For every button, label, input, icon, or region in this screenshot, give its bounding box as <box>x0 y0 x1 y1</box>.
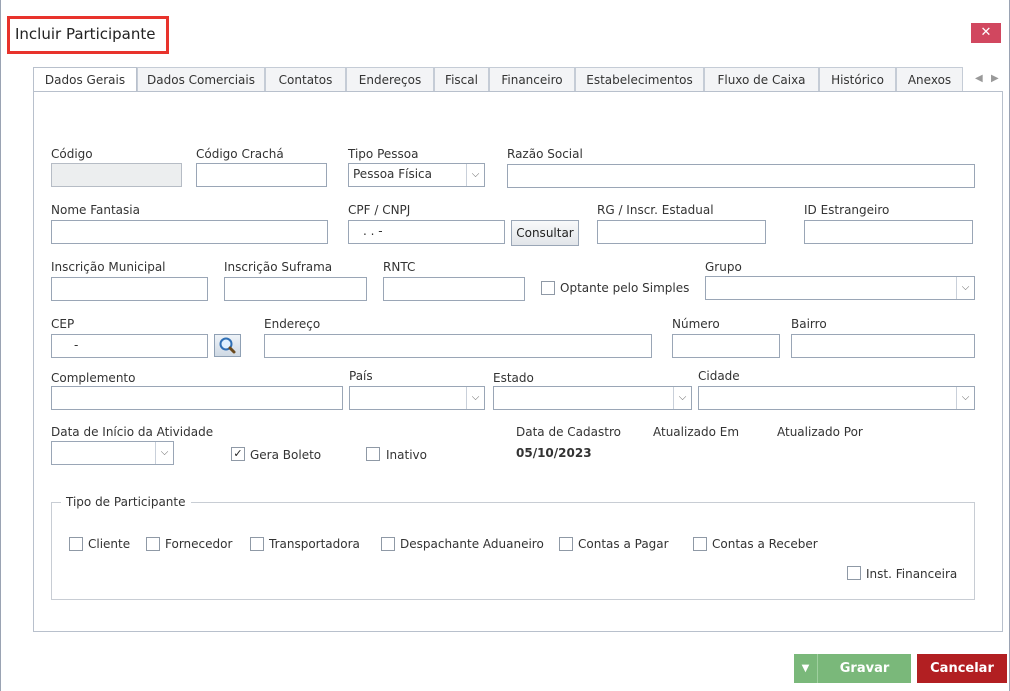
cpf-cnpj-label: CPF / CNPJ <box>348 203 411 217</box>
tipo-participante-group <box>51 502 975 600</box>
rntc-label: RNTC <box>383 260 416 274</box>
optante-simples-checkbox[interactable] <box>541 281 555 295</box>
despachante-checkbox[interactable] <box>381 537 395 551</box>
fornecedor-checkbox[interactable] <box>146 537 160 551</box>
razao-social-input[interactable] <box>507 164 975 188</box>
chevron-down-icon: ⌵ <box>466 164 484 186</box>
dialog-window: Incluir Participante ✕ Dados Gerais Dado… <box>0 0 1010 691</box>
inscricao-suframa-input[interactable] <box>224 277 367 301</box>
inst-financeira-checkbox[interactable] <box>847 566 861 580</box>
atualizado-por-label: Atualizado Por <box>777 425 863 439</box>
tab-fiscal[interactable]: Fiscal <box>434 67 489 92</box>
chevron-down-icon: ⌵ <box>466 387 484 409</box>
pais-select[interactable]: ⌵ <box>349 386 485 410</box>
contas-pagar-checkbox[interactable] <box>559 537 573 551</box>
optante-simples-label: Optante pelo Simples <box>560 281 690 295</box>
id-estrangeiro-label: ID Estrangeiro <box>804 203 890 217</box>
close-button[interactable]: ✕ <box>971 23 1001 43</box>
data-cadastro-label: Data de Cadastro <box>516 425 621 439</box>
inscricao-municipal-label: Inscrição Municipal <box>51 260 166 274</box>
gravar-button-group: ▼ Gravar <box>794 654 911 683</box>
magnifier-icon <box>219 337 236 354</box>
contas-receber-label: Contas a Receber <box>712 537 818 551</box>
gravar-button[interactable]: Gravar <box>818 654 911 683</box>
consultar-button[interactable]: Consultar <box>511 220 579 246</box>
cidade-select[interactable]: ⌵ <box>698 386 975 410</box>
tab-strip: Dados Gerais Dados Comerciais Contatos E… <box>33 67 1003 93</box>
cancelar-button[interactable]: Cancelar <box>917 654 1007 683</box>
grupo-label: Grupo <box>705 260 742 274</box>
tipo-pessoa-select[interactable]: Pessoa Física ⌵ <box>348 163 485 187</box>
cliente-label: Cliente <box>88 537 131 551</box>
cep-input[interactable]: - <box>51 334 208 358</box>
transportadora-checkbox[interactable] <box>250 537 264 551</box>
cep-search-button[interactable] <box>214 334 241 357</box>
inativo-label: Inativo <box>386 448 427 462</box>
contas-pagar-label: Contas a Pagar <box>578 537 669 551</box>
tab-anexos[interactable]: Anexos <box>896 67 963 92</box>
numero-input[interactable] <box>672 334 780 358</box>
rg-input[interactable] <box>597 220 766 244</box>
razao-social-label: Razão Social <box>507 147 583 161</box>
contas-receber-checkbox[interactable] <box>693 537 707 551</box>
chevron-down-icon: ⌵ <box>673 387 691 409</box>
endereco-input[interactable] <box>264 334 652 358</box>
tipo-pessoa-label: Tipo Pessoa <box>348 147 419 161</box>
bairro-label: Bairro <box>791 317 827 331</box>
rg-label: RG / Inscr. Estadual <box>597 203 714 217</box>
atualizado-em-label: Atualizado Em <box>653 425 740 439</box>
tab-estabelecimentos[interactable]: Estabelecimentos <box>575 67 704 92</box>
despachante-label: Despachante Aduaneiro <box>400 537 544 551</box>
inscricao-municipal-input[interactable] <box>51 277 208 301</box>
grupo-select[interactable]: ⌵ <box>705 276 975 300</box>
data-cadastro-value: 05/10/2023 <box>516 446 592 460</box>
chevron-down-icon: ⌵ <box>956 277 974 299</box>
data-inicio-picker[interactable]: ⌵ <box>51 441 174 465</box>
gera-boleto-label: Gera Boleto <box>250 448 322 462</box>
tipo-pessoa-value: Pessoa Física <box>353 167 432 181</box>
cliente-checkbox[interactable] <box>69 537 83 551</box>
codigo-label: Código <box>51 147 93 161</box>
nome-fantasia-input[interactable] <box>51 220 328 244</box>
estado-label: Estado <box>493 371 534 385</box>
tab-dados-gerais[interactable]: Dados Gerais <box>33 67 137 93</box>
nome-fantasia-label: Nome Fantasia <box>51 203 140 217</box>
transportadora-label: Transportadora <box>269 537 360 551</box>
id-estrangeiro-input[interactable] <box>804 220 973 244</box>
tab-historico[interactable]: Histórico <box>819 67 896 92</box>
codigo-cracha-label: Código Crachá <box>196 147 284 161</box>
estado-select[interactable]: ⌵ <box>493 386 692 410</box>
bairro-input[interactable] <box>791 334 975 358</box>
codigo-input <box>51 163 182 187</box>
data-inicio-label: Data de Início da Atividade <box>51 425 214 439</box>
tipo-participante-legend: Tipo de Participante <box>61 495 191 509</box>
dialog-title: Incluir Participante <box>7 16 169 54</box>
inst-financeira-label: Inst. Financeira <box>866 567 958 581</box>
gera-boleto-checkbox[interactable]: ✓ <box>231 447 245 461</box>
cidade-label: Cidade <box>698 369 740 383</box>
tab-financeiro[interactable]: Financeiro <box>489 67 575 92</box>
chevron-down-icon: ⌵ <box>155 442 173 464</box>
tab-prev-icon[interactable]: ◀ <box>975 73 983 84</box>
tab-next-icon[interactable]: ▶ <box>991 73 999 84</box>
inativo-checkbox[interactable] <box>366 447 380 461</box>
cep-label: CEP <box>51 317 75 331</box>
tab-contatos[interactable]: Contatos <box>265 67 346 92</box>
inscricao-suframa-label: Inscrição Suframa <box>224 260 333 274</box>
tab-enderecos[interactable]: Endereços <box>346 67 434 92</box>
complemento-label: Complemento <box>51 371 136 385</box>
codigo-cracha-input[interactable] <box>196 163 327 187</box>
rntc-input[interactable] <box>383 277 525 301</box>
endereco-label: Endereço <box>264 317 321 331</box>
tab-dados-comerciais[interactable]: Dados Comerciais <box>137 67 265 92</box>
pais-label: País <box>349 369 373 383</box>
cpf-cnpj-input[interactable]: . . - <box>348 220 505 244</box>
gravar-dropdown-button[interactable]: ▼ <box>794 654 818 683</box>
numero-label: Número <box>672 317 720 331</box>
fornecedor-label: Fornecedor <box>165 537 233 551</box>
tab-fluxo-de-caixa[interactable]: Fluxo de Caixa <box>704 67 819 92</box>
complemento-input[interactable] <box>51 386 343 410</box>
chevron-down-icon: ⌵ <box>956 387 974 409</box>
